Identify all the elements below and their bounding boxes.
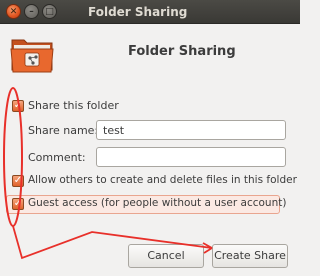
guest-access-checkbox[interactable]: ✓ — [12, 198, 24, 210]
comment-label: Comment: — [28, 151, 86, 164]
allow-others-checkbox[interactable]: ✓ — [12, 175, 24, 187]
comment-input[interactable] — [96, 147, 286, 167]
allow-others-label: Allow others to create and delete files … — [28, 174, 297, 186]
close-window-button[interactable]: ✕ — [6, 4, 21, 19]
dialog-heading: Folder Sharing — [128, 44, 236, 59]
title-bar: ✕ – □ Folder Sharing — [0, 0, 300, 24]
share-folder-checkbox[interactable]: ✓ — [12, 100, 24, 112]
create-share-button[interactable]: Create Share — [212, 244, 288, 268]
guest-access-label: Guest access (for people without a user … — [28, 197, 287, 209]
cancel-button[interactable]: Cancel — [128, 244, 204, 268]
minimize-window-button[interactable]: – — [24, 4, 39, 19]
maximize-window-button[interactable]: □ — [42, 4, 57, 19]
share-folder-label: Share this folder — [28, 99, 119, 112]
share-name-label: Share name: — [28, 124, 99, 137]
window-title: Folder Sharing — [88, 5, 188, 19]
annotation-arrowhead — [202, 242, 213, 254]
share-name-input[interactable] — [96, 120, 286, 140]
shared-folder-icon — [10, 39, 54, 73]
